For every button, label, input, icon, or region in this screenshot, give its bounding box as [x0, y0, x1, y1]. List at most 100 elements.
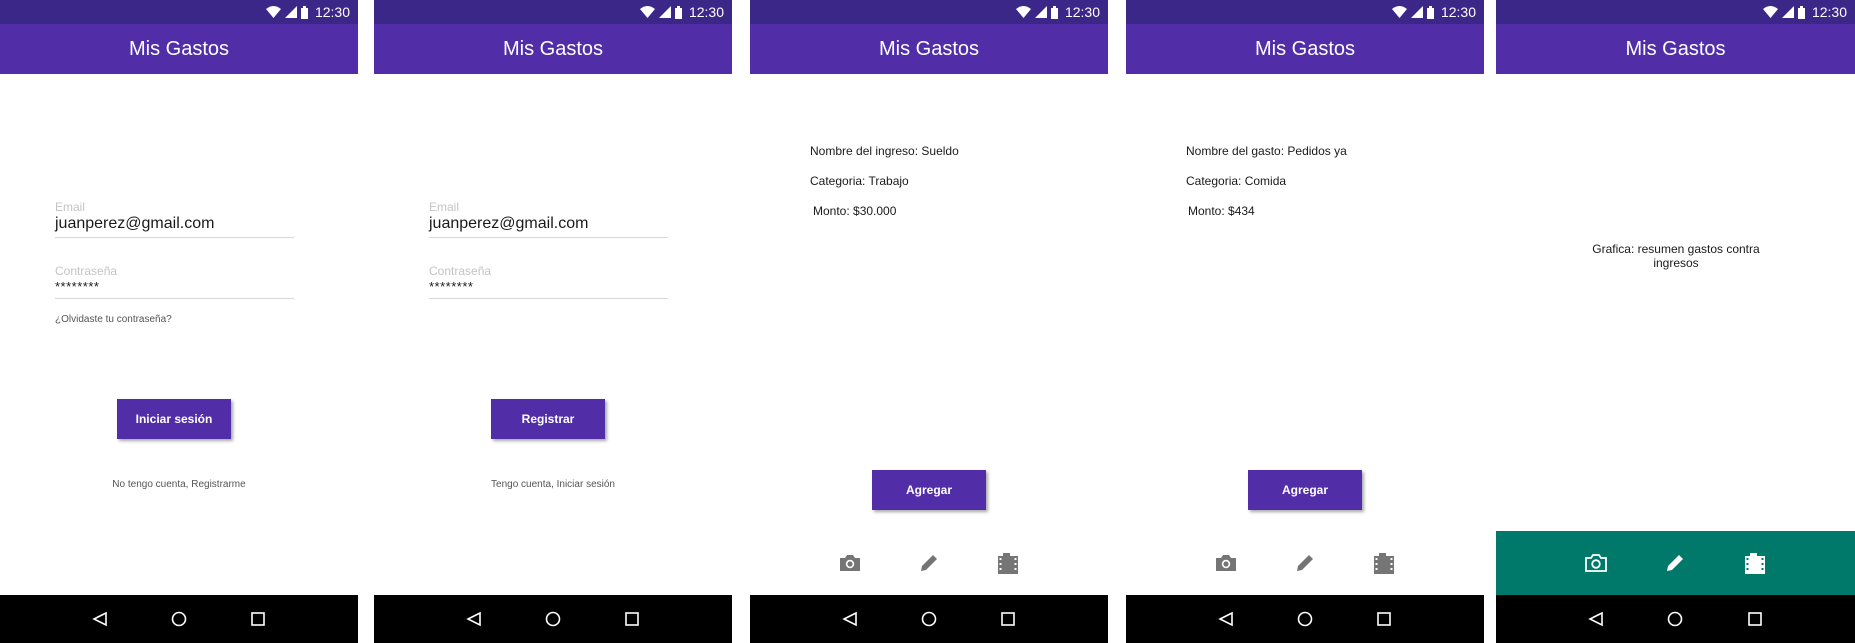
battery-icon — [1050, 5, 1058, 19]
nav-bar — [0, 595, 358, 643]
email-underline — [429, 237, 668, 238]
status-bar: 12:30 — [1496, 0, 1855, 24]
nav-bar — [1126, 595, 1484, 643]
signal-icon — [658, 6, 671, 18]
login-link[interactable]: Tengo cuenta, Iniciar sesión — [374, 479, 732, 490]
status-bar: 12:30 — [1126, 0, 1484, 24]
status-bar: 12:30 — [0, 0, 358, 24]
app-bar: Mis Gastos — [374, 24, 732, 74]
battery-icon — [1426, 5, 1434, 19]
battery-icon — [1797, 5, 1805, 19]
movie-icon[interactable] — [1371, 550, 1397, 576]
status-time: 12:30 — [1811, 4, 1847, 20]
home-icon[interactable] — [1664, 608, 1686, 630]
camera-icon[interactable] — [837, 550, 863, 576]
action-toolbar — [750, 530, 1108, 595]
wifi-icon — [1391, 6, 1407, 18]
income-amount: Monto: $30.000 — [813, 204, 897, 218]
recents-icon[interactable] — [621, 608, 643, 630]
back-icon[interactable] — [839, 608, 861, 630]
status-time: 12:30 — [1440, 4, 1476, 20]
home-icon[interactable] — [168, 608, 190, 630]
wifi-icon — [639, 6, 655, 18]
app-bar: Mis Gastos — [0, 24, 358, 74]
app-bar: Mis Gastos — [1496, 24, 1855, 74]
login-screen: 12:30 Mis Gastos Email juanperez@gmail.c… — [0, 0, 358, 643]
password-field[interactable]: Contraseña ******** — [429, 264, 668, 299]
income-screen: 12:30 Mis Gastos Nombre del ingreso: Sue… — [750, 0, 1108, 643]
recents-icon[interactable] — [247, 608, 269, 630]
action-toolbar — [1496, 531, 1855, 595]
expense-category: Categoria: Comida — [1186, 174, 1287, 188]
recents-icon[interactable] — [1373, 608, 1395, 630]
app-bar: Mis Gastos — [1126, 24, 1484, 74]
status-time: 12:30 — [688, 4, 724, 20]
income-category: Categoria: Trabajo — [810, 174, 909, 188]
forgot-password-link[interactable]: ¿Olvidaste tu contraseña? — [55, 314, 172, 325]
wifi-icon — [1015, 6, 1031, 18]
app-title: Mis Gastos — [878, 37, 980, 60]
back-icon[interactable] — [463, 608, 485, 630]
app-bar: Mis Gastos — [750, 24, 1108, 74]
app-title: Mis Gastos — [128, 37, 230, 60]
email-field[interactable]: Email juanperez@gmail.com — [429, 200, 668, 238]
recents-icon[interactable] — [1744, 608, 1766, 630]
movie-icon[interactable] — [995, 550, 1021, 576]
battery-icon — [300, 5, 308, 19]
action-toolbar — [1126, 530, 1484, 595]
email-label: Email — [429, 200, 460, 214]
movie-icon[interactable] — [1742, 550, 1768, 576]
expense-amount: Monto: $434 — [1188, 204, 1255, 218]
nav-bar — [750, 595, 1108, 643]
signal-icon — [1034, 6, 1047, 18]
back-icon[interactable] — [1215, 608, 1237, 630]
expense-name: Nombre del gasto: Pedidos ya — [1186, 144, 1347, 158]
password-underline — [55, 298, 294, 299]
nav-bar — [1496, 595, 1855, 643]
graph-screen: 12:30 Mis Gastos Grafica: resumen gastos… — [1496, 0, 1855, 643]
signal-icon — [1410, 6, 1423, 18]
camera-icon[interactable] — [1213, 550, 1239, 576]
nav-bar — [374, 595, 732, 643]
password-label: Contraseña — [429, 264, 492, 278]
email-underline — [55, 237, 294, 238]
email-input[interactable]: juanperez@gmail.com — [429, 215, 668, 233]
password-field[interactable]: Contraseña ******** — [55, 264, 294, 299]
back-icon[interactable] — [89, 608, 111, 630]
login-button[interactable]: Iniciar sesión — [117, 399, 231, 439]
income-name: Nombre del ingreso: Sueldo — [810, 144, 959, 158]
wifi-icon — [265, 6, 281, 18]
home-icon[interactable] — [542, 608, 564, 630]
register-screen: 12:30 Mis Gastos Email juanperez@gmail.c… — [374, 0, 732, 643]
graph-placeholder: Grafica: resumen gastos contra ingresos — [1592, 242, 1760, 270]
pencil-icon[interactable] — [1662, 550, 1688, 576]
password-label: Contraseña — [55, 264, 118, 278]
status-bar: 12:30 — [374, 0, 732, 24]
add-income-button[interactable]: Agregar — [872, 470, 986, 510]
app-title: Mis Gastos — [1254, 37, 1356, 60]
register-button[interactable]: Registrar — [491, 399, 605, 439]
camera-icon[interactable] — [1583, 550, 1609, 576]
home-icon[interactable] — [1294, 608, 1316, 630]
back-icon[interactable] — [1585, 608, 1607, 630]
password-input[interactable]: ******** — [55, 279, 294, 294]
password-underline — [429, 298, 668, 299]
status-time: 12:30 — [314, 4, 350, 20]
home-icon[interactable] — [918, 608, 940, 630]
expense-screen: 12:30 Mis Gastos Nombre del gasto: Pedid… — [1126, 0, 1484, 643]
status-bar: 12:30 — [750, 0, 1108, 24]
email-field[interactable]: Email juanperez@gmail.com — [55, 200, 294, 238]
email-input[interactable]: juanperez@gmail.com — [55, 215, 294, 233]
pencil-icon[interactable] — [916, 550, 942, 576]
add-expense-button[interactable]: Agregar — [1248, 470, 1362, 510]
email-label: Email — [55, 200, 86, 214]
recents-icon[interactable] — [997, 608, 1019, 630]
battery-icon — [674, 5, 682, 19]
signal-icon — [284, 6, 297, 18]
app-title: Mis Gastos — [502, 37, 604, 60]
register-link[interactable]: No tengo cuenta, Registrarme — [0, 479, 358, 490]
pencil-icon[interactable] — [1292, 550, 1318, 576]
signal-icon — [1781, 6, 1794, 18]
app-title: Mis Gastos — [1625, 37, 1726, 60]
password-input[interactable]: ******** — [429, 279, 668, 294]
